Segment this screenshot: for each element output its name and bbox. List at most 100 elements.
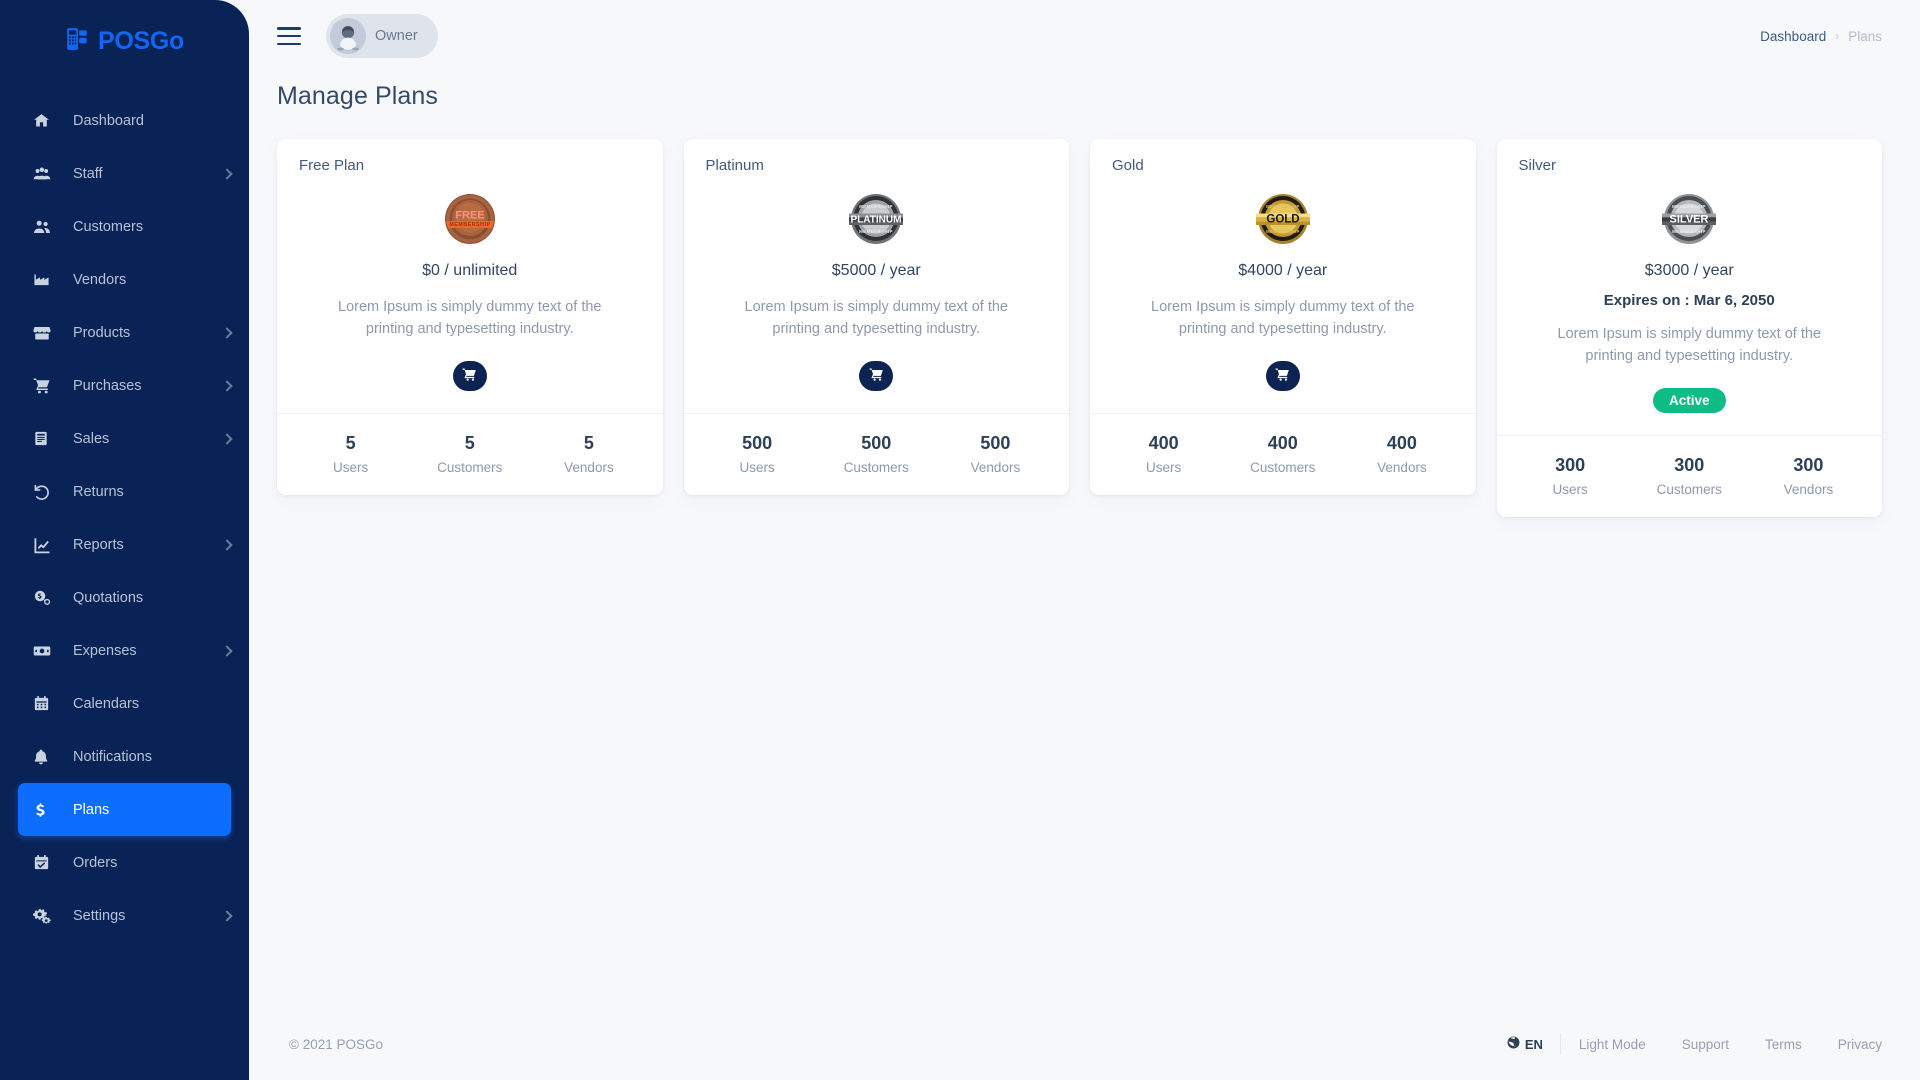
plan-card-silver[interactable]: Silver MEMBERSHIP MEMBERSHIP SILVER $300… <box>1496 139 1883 518</box>
plan-purchase-button[interactable] <box>452 360 487 391</box>
hamburger-icon[interactable] <box>277 27 301 45</box>
sidebar-item-expenses[interactable]: Expenses <box>0 624 249 677</box>
pos-terminal-icon <box>65 26 91 57</box>
stat-vendors: 300 Vendors <box>1749 453 1868 497</box>
svg-text:PLATINUM: PLATINUM <box>851 214 902 225</box>
footer-link-support[interactable]: Support <box>1664 1037 1747 1052</box>
stat-users: 5 Users <box>291 431 410 475</box>
shopping-cart-icon <box>869 367 884 385</box>
sidebar-item-quotations[interactable]: Quotations <box>0 571 249 624</box>
copyright-text: © 2021 POSGo <box>289 1036 383 1052</box>
plan-price: $4000 / year <box>1238 262 1328 279</box>
globe-icon <box>1507 1036 1520 1052</box>
sidebar-item-label: Customers <box>73 218 144 235</box>
plan-stats: 500 Users 500 Customers 500 Vendors <box>683 412 1069 495</box>
stat-label: Customers <box>1250 460 1316 476</box>
sidebar-item-vendors[interactable]: Vendors <box>0 253 249 306</box>
plan-name: Silver <box>1518 157 1557 174</box>
plan-card-free[interactable]: Free Plan FREE MEMBERSHIP $0 / unlimited… <box>277 139 663 496</box>
plan-purchase-button[interactable] <box>1265 360 1300 391</box>
chevron-right-icon <box>221 379 233 392</box>
sidebar: POSGo Dashboard Staff Customers Vendors … <box>0 0 249 1080</box>
stat-users: 500 Users <box>698 431 817 475</box>
plan-card-platinum[interactable]: Platinum MEMBERSHIP MEMBERSHIP PLATINUM … <box>683 139 1070 496</box>
sidebar-item-notifications[interactable]: Notifications <box>0 730 249 783</box>
chevron-right-icon <box>221 432 233 445</box>
stat-label: Vendors <box>1783 482 1834 498</box>
breadcrumb-parent[interactable]: Dashboard <box>1760 29 1826 44</box>
brand-logo[interactable]: POSGo <box>0 0 249 82</box>
topbar: Owner Dashboard › Plans <box>249 0 1920 72</box>
plan-description: Lorem Ipsum is simply dummy text of the … <box>744 299 1009 338</box>
stat-users: 400 Users <box>1104 431 1223 475</box>
chevron-right-icon <box>221 538 233 551</box>
stat-vendors: 5 Vendors <box>529 431 648 475</box>
calendar-icon <box>33 695 59 712</box>
stat-label: Customers <box>437 460 503 476</box>
chart-line-icon <box>33 536 59 554</box>
stat-label: Users <box>739 460 775 476</box>
plan-name: Free Plan <box>299 157 365 174</box>
sidebar-item-label: Sales <box>73 430 110 447</box>
stat-value: 400 <box>1148 432 1179 453</box>
stat-value: 500 <box>980 432 1011 453</box>
sidebar-item-label: Orders <box>73 854 118 871</box>
stat-customers: 400 Customers <box>1223 431 1342 475</box>
stat-value: 500 <box>742 432 773 453</box>
svg-text:GOLD: GOLD <box>1266 213 1299 225</box>
sidebar-item-customers[interactable]: Customers <box>0 200 249 253</box>
stat-label: Customers <box>1656 482 1722 498</box>
language-selector[interactable]: EN <box>1507 1036 1560 1052</box>
sidebar-item-label: Plans <box>73 801 110 818</box>
plan-description: Lorem Ipsum is simply dummy text of the … <box>1151 299 1415 338</box>
sidebar-item-reports[interactable]: Reports <box>0 518 249 571</box>
brand-name: POSGo <box>97 26 184 55</box>
sidebar-item-orders[interactable]: Orders <box>0 836 249 889</box>
breadcrumb-current: Plans <box>1848 28 1882 44</box>
footer-link-terms[interactable]: Terms <box>1747 1037 1820 1052</box>
hamburger-bar <box>277 34 301 38</box>
plan-expiry: Expires on : Mar 6, 2050 <box>1603 292 1775 309</box>
sidebar-item-label: Dashboard <box>73 112 144 129</box>
stat-label: Vendors <box>1377 460 1427 476</box>
sidebar-item-label: Settings <box>73 907 126 924</box>
stat-value: 300 <box>1555 454 1586 475</box>
shopping-cart-icon <box>1275 367 1290 385</box>
sidebar-item-settings[interactable]: Settings <box>0 889 249 942</box>
sidebar-item-plans[interactable]: Plans <box>18 783 231 836</box>
stat-label: Vendors <box>970 460 1021 476</box>
banknote-icon <box>33 642 59 660</box>
sidebar-item-purchases[interactable]: Purchases <box>0 359 249 412</box>
plan-price: $3000 / year <box>1644 262 1734 279</box>
svg-text:MEMBERSHIP: MEMBERSHIP <box>1266 229 1300 234</box>
sidebar-item-label: Calendars <box>73 695 140 712</box>
factory-icon <box>33 271 59 288</box>
stat-label: Customers <box>843 460 909 476</box>
breadcrumb: Dashboard › Plans <box>1760 29 1882 44</box>
plan-name: Gold <box>1112 157 1144 174</box>
user-menu[interactable]: Owner <box>326 14 438 58</box>
plan-purchase-button[interactable] <box>859 360 894 391</box>
footer-link-light-mode[interactable]: Light Mode <box>1561 1037 1664 1052</box>
plan-body: MEMBERSHIP MEMBERSHIP PLATINUM $5000 / y… <box>684 174 1070 413</box>
sidebar-item-staff[interactable]: Staff <box>0 147 249 200</box>
silver-membership-badge-icon: MEMBERSHIP MEMBERSHIP SILVER <box>1660 190 1718 248</box>
footer-link-privacy[interactable]: Privacy <box>1820 1037 1882 1052</box>
platinum-membership-badge-icon: MEMBERSHIP MEMBERSHIP PLATINUM <box>847 190 905 248</box>
avatar <box>330 18 366 54</box>
sidebar-item-sales[interactable]: Sales <box>0 412 249 465</box>
dollar-sign-icon <box>33 801 59 819</box>
sidebar-item-calendars[interactable]: Calendars <box>0 677 249 730</box>
receipt-icon <box>33 430 59 447</box>
plan-body: MEMBERSHIP MEMBERSHIP SILVER $3000 / yea… <box>1497 174 1883 435</box>
sidebar-item-label: Purchases <box>73 377 142 394</box>
app-root: POSGo Dashboard Staff Customers Vendors … <box>0 0 1920 1080</box>
plans-grid: Free Plan FREE MEMBERSHIP $0 / unlimited… <box>277 139 1883 518</box>
chevron-right-icon <box>221 909 233 922</box>
sidebar-item-returns[interactable]: Returns <box>0 465 249 518</box>
sidebar-item-dashboard[interactable]: Dashboard <box>0 94 249 147</box>
home-icon <box>33 112 59 129</box>
plan-card-gold[interactable]: Gold MEMBERSHIP MEMBERSHIP GOLD $4000 / … <box>1090 139 1476 496</box>
stat-customers: 5 Customers <box>410 431 529 475</box>
sidebar-item-products[interactable]: Products <box>0 306 249 359</box>
